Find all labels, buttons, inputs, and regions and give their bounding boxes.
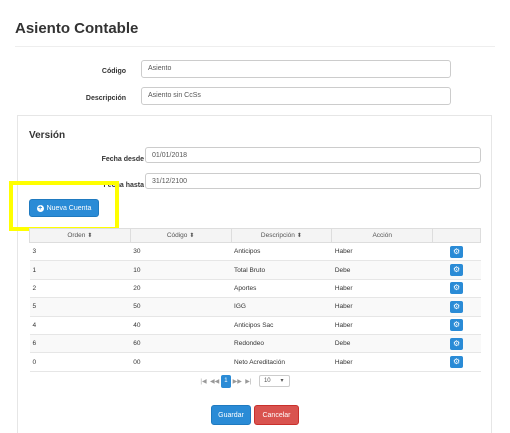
cell-codigo: 00 <box>130 352 232 372</box>
cell-orden: 2 <box>29 279 131 299</box>
column-header-orden[interactable]: Orden ⬍ <box>29 228 131 243</box>
fecha-hasta-field[interactable]: 31/12/2100 <box>145 173 481 189</box>
row-edit-button[interactable]: ⚙ <box>450 245 464 258</box>
fecha-desde-field[interactable]: 01/01/2018 <box>145 147 481 163</box>
cell-accion: Debe <box>331 334 433 354</box>
cell-orden: 1 <box>29 260 131 280</box>
cell-codigo: 50 <box>130 297 232 317</box>
prev-page-button[interactable]: ◀◀ <box>210 378 219 385</box>
row-edit-button[interactable]: ⚙ <box>450 282 464 295</box>
cell-orden: 0 <box>29 352 131 372</box>
cell-codigo: 10 <box>130 260 232 280</box>
pagination: |◀ ◀◀ 1 ▶▶ ▶| 10 ▾ <box>199 374 291 388</box>
row-edit-button[interactable]: ⚙ <box>450 264 464 277</box>
page-number-current[interactable]: 1 <box>221 374 231 388</box>
chevron-down-icon: ▾ <box>280 378 284 384</box>
cell-descripcion: Aportes <box>231 279 332 299</box>
first-page-button[interactable]: |◀ <box>199 378 208 385</box>
cell-accion: Haber <box>331 297 433 317</box>
descripcion-label: Descripción <box>85 95 126 102</box>
cell-accion: Haber <box>331 242 433 262</box>
cell-orden: 6 <box>29 334 131 354</box>
cell-descripcion: Anticipos <box>231 242 332 262</box>
next-page-button[interactable]: ▶▶ <box>233 378 242 385</box>
cell-codigo: 60 <box>130 334 232 354</box>
column-header-accion: Acción <box>331 228 434 243</box>
plus-circle-icon: + <box>36 204 44 212</box>
cell-descripcion: Anticipos Sac <box>231 316 332 335</box>
table-row: 5 50 IGG Haber ⚙ <box>29 297 481 317</box>
version-title: Versión <box>29 130 66 141</box>
table-row: 4 40 Anticipos Sac Haber ⚙ <box>29 316 481 335</box>
cell-descripcion: Neto Acreditación <box>231 352 332 372</box>
cell-accion: Haber <box>331 279 433 299</box>
page-title: Asiento Contable <box>15 20 139 37</box>
cell-codigo: 20 <box>130 279 232 299</box>
table-row: 2 20 Aportes Haber ⚙ <box>29 279 481 299</box>
cell-accion: Haber <box>331 352 433 372</box>
sort-icon: ⬍ <box>87 233 93 239</box>
table-row: 1 10 Total Bruto Debe ⚙ <box>29 260 481 280</box>
cell-accion: Debe <box>331 260 433 280</box>
table-row: 0 00 Neto Acreditación Haber ⚙ <box>29 352 481 372</box>
table-row: 6 60 Redondeo Debe ⚙ <box>29 334 481 354</box>
cell-accion: Haber <box>331 316 433 335</box>
codigo-label: Código <box>101 68 126 75</box>
cell-descripcion: Redondeo <box>231 334 332 354</box>
codigo-field[interactable]: Asiento <box>141 60 451 78</box>
row-edit-button[interactable]: ⚙ <box>450 319 464 332</box>
cancel-button[interactable]: Cancelar <box>254 405 299 425</box>
cell-orden: 5 <box>29 297 131 317</box>
row-edit-button[interactable]: ⚙ <box>450 356 464 369</box>
new-account-label: Nueva Cuenta <box>46 204 92 212</box>
column-header-codigo[interactable]: Código ⬍ <box>129 228 232 243</box>
cell-codigo: 30 <box>130 242 232 262</box>
column-header-descripcion[interactable]: Descripción ⬍ <box>230 228 333 243</box>
sort-icon: ⬍ <box>296 233 302 239</box>
sort-icon: ⬍ <box>189 233 195 239</box>
table-row: 3 30 Anticipos Haber ⚙ <box>29 242 481 262</box>
title-divider <box>15 46 495 47</box>
descripcion-field[interactable]: Asiento sin CcSs <box>141 87 451 105</box>
cell-codigo: 40 <box>130 316 232 335</box>
last-page-button[interactable]: ▶| <box>244 378 253 385</box>
row-edit-button[interactable]: ⚙ <box>450 300 464 313</box>
accounts-table: Orden ⬍ Código ⬍ Descripción ⬍ Acción 3 30 … <box>29 228 481 372</box>
save-button[interactable]: Guardar <box>211 405 251 425</box>
cell-descripcion: Total Bruto <box>231 260 332 280</box>
column-header-actions <box>432 228 481 243</box>
cell-orden: 4 <box>29 316 131 335</box>
new-account-button[interactable]: + Nueva Cuenta <box>29 199 99 217</box>
row-edit-button[interactable]: ⚙ <box>450 337 464 350</box>
page-size-select[interactable]: 10 ▾ <box>258 375 291 387</box>
cell-descripcion: IGG <box>231 297 332 317</box>
cell-orden: 3 <box>29 242 131 262</box>
fecha-desde-label: Fecha desde <box>101 156 144 163</box>
